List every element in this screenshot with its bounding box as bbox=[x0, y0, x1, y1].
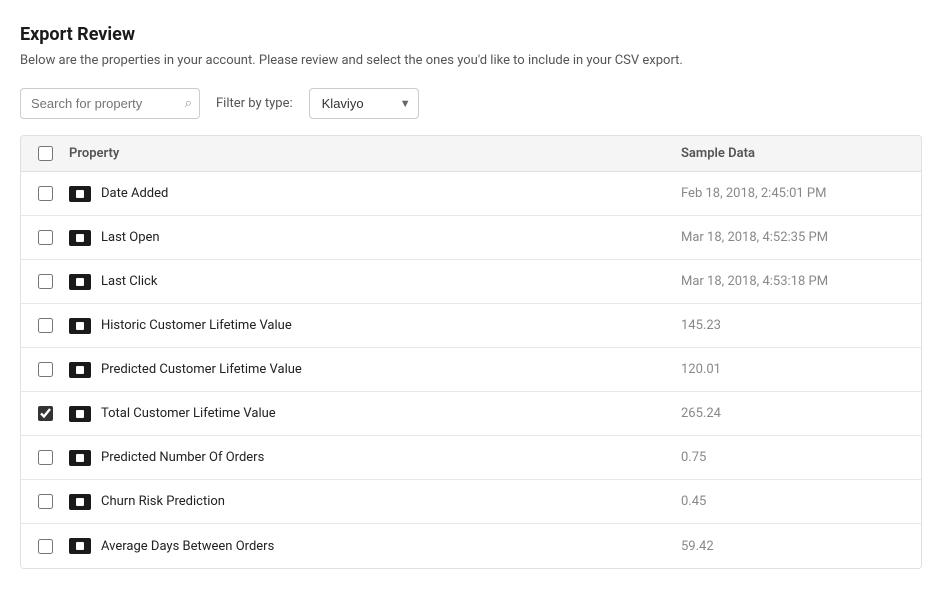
property-icon bbox=[69, 274, 91, 290]
property-icon bbox=[69, 406, 91, 422]
property-icon bbox=[69, 230, 91, 246]
row-property-6: Total Customer Lifetime Value bbox=[69, 406, 681, 422]
toolbar: ⌕ Filter by type: Klaviyo Custom All ▼ bbox=[20, 88, 922, 119]
row-checkbox-col bbox=[21, 406, 69, 421]
row-checkbox-col bbox=[21, 186, 69, 201]
table-row: Last Open Mar 18, 2018, 4:52:35 PM bbox=[21, 216, 921, 260]
search-input[interactable] bbox=[20, 88, 200, 119]
table-row: Churn Risk Prediction 0.45 bbox=[21, 480, 921, 524]
row-property-4: Historic Customer Lifetime Value bbox=[69, 318, 681, 334]
row-sample-6: 265.24 bbox=[681, 406, 921, 421]
row-checkbox-5[interactable] bbox=[38, 362, 53, 377]
properties-table: Property Sample Data Date Added Feb 18, … bbox=[20, 135, 922, 569]
table-body: Date Added Feb 18, 2018, 2:45:01 PM Last… bbox=[21, 172, 921, 568]
row-checkbox-6[interactable] bbox=[38, 406, 53, 421]
property-name: Average Days Between Orders bbox=[101, 539, 274, 554]
table-row: Average Days Between Orders 59.42 bbox=[21, 524, 921, 568]
row-sample-8: 0.45 bbox=[681, 494, 921, 509]
row-property-8: Churn Risk Prediction bbox=[69, 494, 681, 510]
property-name: Historic Customer Lifetime Value bbox=[101, 318, 292, 333]
page-description: Below are the properties in your account… bbox=[20, 53, 922, 68]
property-icon bbox=[69, 186, 91, 202]
row-checkbox-4[interactable] bbox=[38, 318, 53, 333]
row-sample-4: 145.23 bbox=[681, 318, 921, 333]
table-row: Last Click Mar 18, 2018, 4:53:18 PM bbox=[21, 260, 921, 304]
row-sample-5: 120.01 bbox=[681, 362, 921, 377]
table-row: Historic Customer Lifetime Value 145.23 bbox=[21, 304, 921, 348]
header-checkbox-col bbox=[21, 146, 69, 161]
row-checkbox-col bbox=[21, 539, 69, 554]
row-property-7: Predicted Number Of Orders bbox=[69, 450, 681, 466]
row-sample-1: Feb 18, 2018, 2:45:01 PM bbox=[681, 186, 921, 201]
row-property-3: Last Click bbox=[69, 274, 681, 290]
row-checkbox-col bbox=[21, 450, 69, 465]
table-row: Total Customer Lifetime Value 265.24 bbox=[21, 392, 921, 436]
row-checkbox-2[interactable] bbox=[38, 230, 53, 245]
property-name: Predicted Number Of Orders bbox=[101, 450, 264, 465]
property-icon bbox=[69, 538, 91, 554]
property-name: Predicted Customer Lifetime Value bbox=[101, 362, 302, 377]
property-name: Last Open bbox=[101, 230, 160, 245]
property-icon bbox=[69, 450, 91, 466]
row-checkbox-7[interactable] bbox=[38, 450, 53, 465]
row-property-9: Average Days Between Orders bbox=[69, 538, 681, 554]
table-row: Predicted Number Of Orders 0.75 bbox=[21, 436, 921, 480]
row-checkbox-col bbox=[21, 362, 69, 377]
property-icon bbox=[69, 494, 91, 510]
property-icon bbox=[69, 362, 91, 378]
row-checkbox-col bbox=[21, 318, 69, 333]
column-header-property: Property bbox=[69, 146, 681, 161]
row-sample-9: 59.42 bbox=[681, 539, 921, 554]
row-property-2: Last Open bbox=[69, 230, 681, 246]
row-checkbox-col bbox=[21, 494, 69, 509]
row-checkbox-col bbox=[21, 274, 69, 289]
table-row: Predicted Customer Lifetime Value 120.01 bbox=[21, 348, 921, 392]
row-checkbox-9[interactable] bbox=[38, 539, 53, 554]
property-icon bbox=[69, 318, 91, 334]
row-checkbox-8[interactable] bbox=[38, 494, 53, 509]
row-sample-7: 0.75 bbox=[681, 450, 921, 465]
search-wrapper: ⌕ bbox=[20, 88, 200, 119]
row-checkbox-1[interactable] bbox=[38, 186, 53, 201]
page-title: Export Review bbox=[20, 24, 922, 45]
row-sample-3: Mar 18, 2018, 4:53:18 PM bbox=[681, 274, 921, 289]
table-header: Property Sample Data bbox=[21, 136, 921, 172]
property-name: Total Customer Lifetime Value bbox=[101, 406, 276, 421]
row-property-5: Predicted Customer Lifetime Value bbox=[69, 362, 681, 378]
property-name: Last Click bbox=[101, 274, 157, 289]
property-name: Churn Risk Prediction bbox=[101, 494, 225, 509]
row-checkbox-col bbox=[21, 230, 69, 245]
property-name: Date Added bbox=[101, 186, 168, 201]
row-checkbox-3[interactable] bbox=[38, 274, 53, 289]
filter-select-wrapper: Klaviyo Custom All ▼ bbox=[309, 88, 419, 119]
table-row: Date Added Feb 18, 2018, 2:45:01 PM bbox=[21, 172, 921, 216]
row-property-1: Date Added bbox=[69, 186, 681, 202]
filter-select[interactable]: Klaviyo Custom All bbox=[309, 88, 419, 119]
filter-label: Filter by type: bbox=[216, 96, 293, 111]
select-all-checkbox[interactable] bbox=[38, 146, 53, 161]
row-sample-2: Mar 18, 2018, 4:52:35 PM bbox=[681, 230, 921, 245]
column-header-sample: Sample Data bbox=[681, 146, 921, 161]
